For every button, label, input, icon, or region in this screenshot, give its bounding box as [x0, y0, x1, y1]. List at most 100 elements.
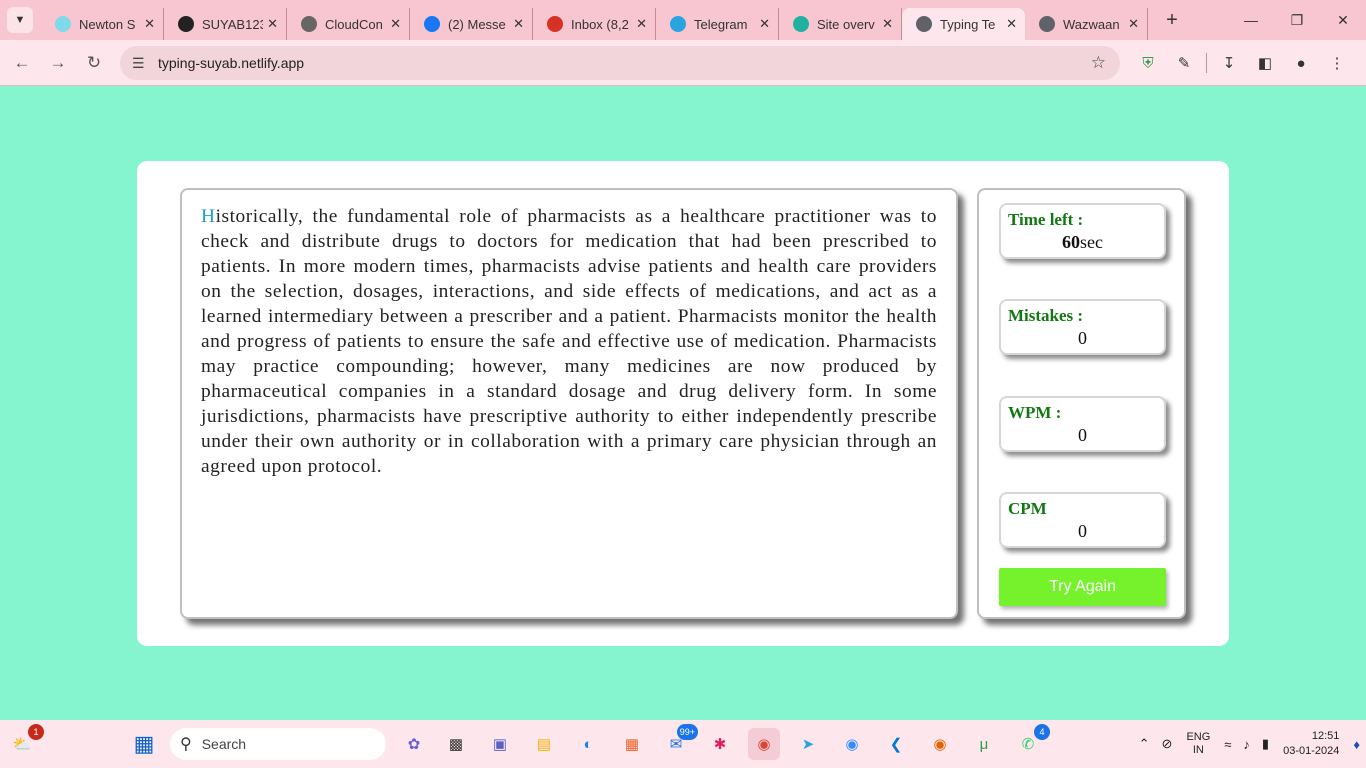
teams-icon[interactable]: ▣: [484, 728, 516, 760]
copilot-icon[interactable]: ✿: [398, 728, 430, 760]
forward-button[interactable]: →: [40, 45, 76, 81]
firefox-icon[interactable]: ◉: [924, 728, 956, 760]
whatsapp-icon[interactable]: ✆ 4: [1012, 724, 1050, 760]
chevron-up-icon[interactable]: ⌃: [1133, 736, 1156, 752]
wpm-stat: WPM : 0: [999, 396, 1166, 452]
telegram-icon[interactable]: ➤: [792, 728, 824, 760]
clock-time: 12:51: [1311, 730, 1340, 742]
extensions-icon[interactable]: ✎: [1166, 46, 1202, 80]
battery-icon[interactable]: ▮: [1256, 736, 1275, 752]
url-text[interactable]: typing-suyab.netlify.app: [158, 55, 304, 71]
shield-icon[interactable]: ⛨: [1130, 46, 1166, 80]
profile-avatar[interactable]: ●: [1283, 46, 1319, 80]
browser-tab[interactable]: Inbox (8,2 ✕: [533, 8, 656, 40]
utorrent-icon[interactable]: μ: [968, 728, 1000, 760]
address-bar[interactable]: ☰ typing-suyab.netlify.app ☆: [120, 46, 1120, 80]
download-icon[interactable]: ↧: [1211, 46, 1247, 80]
task-view-icon[interactable]: ▩: [440, 728, 472, 760]
github-icon: [178, 16, 194, 32]
file-explorer-icon[interactable]: ▤: [528, 728, 560, 760]
slack-icon[interactable]: ✱: [704, 728, 736, 760]
widgets-icon[interactable]: ⛅ 1: [6, 724, 44, 760]
language-indicator[interactable]: ENG IN: [1178, 731, 1218, 757]
outlook-icon[interactable]: ✉ 99+: [660, 724, 698, 760]
tab-title: Telegram: [694, 16, 748, 32]
time-left-unit: sec: [1080, 232, 1103, 252]
start-button[interactable]: ▦: [128, 728, 160, 760]
try-again-button[interactable]: Try Again: [999, 568, 1166, 606]
stats-panel: Time left : 60sec Mistakes : 0 WPM : 0 C…: [977, 188, 1186, 619]
browser-tab[interactable]: Typing Te ✕: [902, 8, 1025, 40]
tab-strip: ▼ Newton S ✕ SUYAB123 ✕ CloudCon ✕ (2) Messe ✕ I…: [0, 0, 1366, 40]
tab-title: Site overv: [817, 16, 875, 32]
close-tab-icon[interactable]: ✕: [390, 16, 401, 32]
close-tab-icon[interactable]: ✕: [267, 16, 278, 32]
browser-tab[interactable]: (2) Messe ✕: [410, 8, 533, 40]
mistakes-label: Mistakes :: [1008, 306, 1084, 325]
zoom-icon[interactable]: ◉: [836, 728, 868, 760]
restore-button[interactable]: ❐: [1274, 0, 1320, 40]
browser-tab[interactable]: Wazwaan ✕: [1025, 8, 1148, 40]
notification-bell-icon[interactable]: ♦: [1347, 737, 1366, 752]
tab-list: Newton S ✕ SUYAB123 ✕ CloudCon ✕ (2) Messe ✕ Inb…: [41, 0, 1148, 40]
reload-button[interactable]: ↻: [76, 45, 112, 81]
app-icon[interactable]: ▦: [616, 728, 648, 760]
chrome-icon[interactable]: ◉: [748, 728, 780, 760]
toolbar-divider: [1206, 53, 1207, 73]
wpm-value: 0: [1078, 425, 1087, 445]
taskbar-search[interactable]: ⚲ Search: [170, 728, 386, 760]
close-window-button[interactable]: ✕: [1320, 0, 1366, 40]
close-tab-icon[interactable]: ✕: [1128, 16, 1139, 32]
volume-icon[interactable]: ♪: [1237, 737, 1256, 752]
mistakes-value: 0: [1078, 328, 1087, 348]
globe-icon: [1039, 16, 1055, 32]
tab-title: Wazwaan: [1063, 16, 1120, 32]
widgets-badge: 1: [28, 724, 44, 740]
window-controls: — ❐ ✕: [1228, 0, 1366, 40]
bookmark-star-icon[interactable]: ☆: [1091, 53, 1106, 73]
cloud-icon: [301, 16, 317, 32]
tab-title: Typing Te: [940, 16, 996, 32]
newton-icon: [55, 16, 71, 32]
current-letter: H: [201, 206, 216, 227]
netlify-icon: [793, 16, 809, 32]
site-info-icon[interactable]: ☰: [132, 55, 154, 72]
close-tab-icon[interactable]: ✕: [759, 16, 770, 32]
side-panel-icon[interactable]: ◧: [1247, 46, 1283, 80]
new-tab-button[interactable]: +: [1158, 9, 1186, 32]
browser-tab[interactable]: Newton S ✕: [41, 8, 164, 40]
close-tab-icon[interactable]: ✕: [513, 16, 524, 32]
close-tab-icon[interactable]: ✕: [1006, 16, 1017, 32]
vscode-icon[interactable]: ❮: [880, 728, 912, 760]
telegram-icon: [670, 16, 686, 32]
time-left-number: 60: [1062, 232, 1080, 252]
tab-title: CloudCon: [325, 16, 383, 32]
windows-taskbar: ⛅ 1 ▦ ⚲ Search ✿ ▩ ▣ ▤ ◐ ▦ ✉ 99+ ✱ ◉ ➤ ◉ ❮…: [0, 720, 1366, 768]
tab-title: Inbox (8,2: [571, 16, 629, 32]
clock[interactable]: 12:51 03-01-2024: [1275, 729, 1347, 759]
toolbar-actions: ⛨ ✎ ↧ ◧ ● ⋮: [1130, 46, 1355, 80]
browser-tab[interactable]: CloudCon ✕: [287, 8, 410, 40]
browser-toolbar: ← → ↻ ☰ typing-suyab.netlify.app ☆ ⛨ ✎ ↧…: [0, 40, 1366, 86]
network-off-icon[interactable]: ⊘: [1156, 736, 1179, 752]
tab-search-button[interactable]: ▼: [7, 7, 33, 33]
cpm-value: 0: [1078, 521, 1087, 541]
whatsapp-badge: 4: [1034, 724, 1050, 740]
browser-tab[interactable]: Telegram ✕: [656, 8, 779, 40]
language-region: IN: [1192, 744, 1204, 756]
time-left-value: 60sec: [1008, 232, 1157, 253]
cpm-label: CPM: [1008, 499, 1047, 518]
minimize-button[interactable]: —: [1228, 0, 1274, 40]
edge-icon[interactable]: ◐: [572, 728, 604, 760]
typing-passage-box[interactable]: Historically, the fundamental role of ph…: [180, 188, 958, 619]
browser-tab[interactable]: Site overv ✕: [779, 8, 902, 40]
close-tab-icon[interactable]: ✕: [636, 16, 647, 32]
browser-tab[interactable]: SUYAB123 ✕: [164, 8, 287, 40]
close-tab-icon[interactable]: ✕: [882, 16, 893, 32]
wifi-icon[interactable]: ≈: [1218, 737, 1237, 752]
time-left-label: Time left :: [1008, 210, 1084, 229]
globe-icon: [916, 16, 932, 32]
back-button[interactable]: ←: [4, 45, 40, 81]
close-tab-icon[interactable]: ✕: [144, 16, 155, 32]
menu-dots-icon[interactable]: ⋮: [1319, 46, 1355, 80]
